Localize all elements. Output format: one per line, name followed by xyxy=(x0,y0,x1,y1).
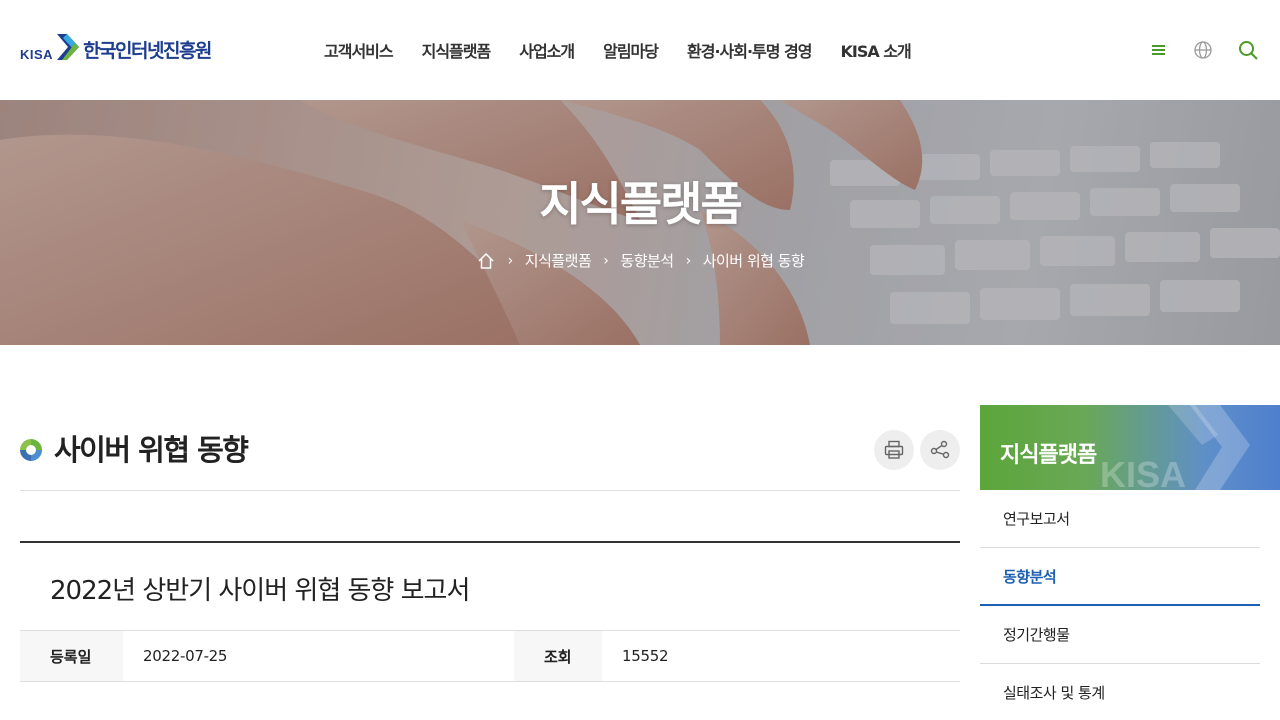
side-item-periodicals[interactable]: 정기간행물 xyxy=(980,606,1260,664)
side-menu-header: 지식플랫폼 KISA xyxy=(980,405,1280,490)
side-menu: 연구보고서 동향분석 정기간행물 실태조사 및 통계 xyxy=(980,490,1260,720)
kisa-logo[interactable]: KISA 한국인터넷진흥원 xyxy=(20,28,212,62)
logo-name: 한국인터넷진흥원 xyxy=(83,40,212,62)
chevron-right-icon: › xyxy=(685,252,692,269)
article-title: 2022년 상반기 사이버 위협 동향 보고서 xyxy=(50,576,470,606)
share-button[interactable] xyxy=(920,430,960,470)
nav-notice[interactable]: 알림마당 xyxy=(603,38,659,62)
breadcrumb: › 지식플랫폼 › 동향분석 › 사이버 위협 동향 xyxy=(0,250,1280,271)
hero-title: 지식플랫폼 xyxy=(539,177,743,231)
site-header: KISA 한국인터넷진흥원 고객서비스 지식플랫폼 사업소개 알림마당 환경·사… xyxy=(0,0,1280,100)
nav-customer-service[interactable]: 고객서비스 xyxy=(324,38,394,62)
side-item-trend-analysis[interactable]: 동향분석 xyxy=(980,548,1260,606)
side-item-research-reports[interactable]: 연구보고서 xyxy=(980,490,1260,548)
article-meta: 등록일 2022-07-25 조회 15552 xyxy=(20,630,960,682)
chevron-right-icon: › xyxy=(603,252,609,269)
print-icon xyxy=(884,440,904,459)
breadcrumb-item-3[interactable]: 사이버 위협 동향 xyxy=(703,250,805,271)
side-item-survey-statistics[interactable]: 실태조사 및 통계 xyxy=(980,664,1260,720)
globe-icon[interactable] xyxy=(1191,38,1215,62)
nav-knowledge-platform[interactable]: 지식플랫폼 xyxy=(422,38,492,62)
main-navigation: 고객서비스 지식플랫폼 사업소개 알림마당 환경·사회·투명 경영 KISA 소… xyxy=(324,38,940,62)
search-icon[interactable] xyxy=(1236,38,1260,62)
hero-banner: 지식플랫폼 › 지식플랫폼 › 동향분석 › 사이버 위협 동향 xyxy=(0,100,1280,345)
home-icon[interactable] xyxy=(476,251,496,271)
share-icon xyxy=(930,440,950,459)
page-title: 사이버 위협 동향 xyxy=(54,433,249,467)
watermark-text: KISA xyxy=(1100,454,1186,490)
kisa-watermark-icon: KISA xyxy=(1100,405,1250,490)
nav-esg[interactable]: 환경·사회·투명 경영 xyxy=(687,38,812,62)
date-value: 2022-07-25 xyxy=(143,647,228,665)
views-label: 조회 xyxy=(514,631,602,681)
views-value: 15552 xyxy=(622,647,669,665)
side-menu-title: 지식플랫폼 xyxy=(1000,443,1097,468)
print-button[interactable] xyxy=(874,430,914,470)
logo-mark-icon xyxy=(57,34,80,60)
nav-business[interactable]: 사업소개 xyxy=(519,38,575,62)
date-label: 등록일 xyxy=(20,631,123,681)
breadcrumb-item-2[interactable]: 동향분석 xyxy=(620,250,674,271)
breadcrumb-item-1[interactable]: 지식플랫폼 xyxy=(525,250,592,271)
page-header: 사이버 위협 동향 xyxy=(20,425,960,491)
nav-about-kisa[interactable]: KISA 소개 xyxy=(841,38,912,62)
chevron-right-icon: › xyxy=(507,252,514,269)
article-divider xyxy=(20,541,960,543)
menu-icon[interactable] xyxy=(1146,38,1170,62)
title-bullet-icon xyxy=(20,439,42,461)
header-utility xyxy=(1125,38,1260,62)
logo-abbr: KISA xyxy=(20,47,54,62)
